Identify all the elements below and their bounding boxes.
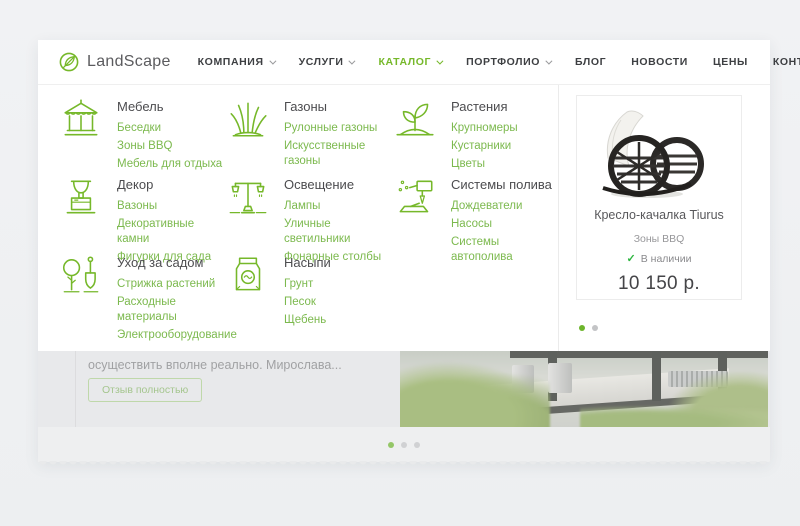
slider-dot[interactable]	[401, 442, 407, 448]
product-slider-dots	[579, 325, 598, 331]
category-link[interactable]: Системы автополива	[451, 235, 559, 265]
category-link[interactable]: Крупномеры	[451, 121, 518, 136]
category-link[interactable]: Дождеватели	[451, 199, 559, 214]
garden-terrace-photo	[400, 351, 768, 427]
category-title[interactable]: Освещение	[284, 177, 392, 192]
catalog-categories: Мебель Беседки Зоны BBQ Мебель для отдых…	[38, 85, 558, 351]
decor-icon	[58, 174, 104, 220]
category-plants: Растения Крупномеры Кустарники Цветы	[392, 96, 559, 174]
nav-item-portfolio[interactable]: ПОРТФОЛИО	[466, 56, 550, 68]
chevron-down-icon	[349, 57, 356, 64]
category-title[interactable]: Насыпи	[284, 255, 331, 270]
category-link[interactable]: Рулонные газоны	[284, 121, 392, 136]
category-fillings: Насыпи Грунт Песок Щебень	[225, 252, 392, 330]
brand-name: LandScape	[87, 53, 171, 71]
slider-dot[interactable]	[414, 442, 420, 448]
irrigation-icon	[392, 174, 438, 220]
review-text: осуществить вполне реально. Мирослава...	[88, 358, 342, 372]
plant-icon	[392, 96, 438, 142]
category-decor: Декор Вазоны Декоративные камни Фигурки …	[58, 174, 225, 252]
category-link[interactable]: Грунт	[284, 277, 331, 292]
review-slider-dots	[388, 442, 420, 448]
page-content-dimmed: осуществить вполне реально. Мирослава...…	[38, 351, 770, 462]
grass-clump	[400, 361, 550, 427]
category-garden-care: Уход за садом Стрижка растений Расходные…	[58, 252, 225, 330]
category-title[interactable]: Декор	[117, 177, 225, 192]
category-link[interactable]: Мебель для отдыха	[117, 157, 222, 172]
category-title[interactable]: Мебель	[117, 99, 222, 114]
category-title[interactable]: Системы полива	[451, 177, 559, 192]
category-link[interactable]: Цветы	[451, 157, 518, 172]
nav-item-blog[interactable]: БЛОГ	[575, 56, 606, 68]
header: LandScape КОМПАНИЯ УСЛУГИ КАТАЛОГ ПОРТФО…	[38, 40, 770, 85]
slider-dot[interactable]	[592, 325, 598, 331]
product-category[interactable]: Зоны BBQ	[577, 233, 741, 245]
category-link[interactable]: Беседки	[117, 121, 222, 136]
category-link[interactable]: Электрооборудование	[117, 328, 237, 343]
category-link[interactable]: Уличные светильники	[284, 217, 392, 247]
main-nav: КОМПАНИЯ УСЛУГИ КАТАЛОГ ПОРТФОЛИО БЛОГ Н…	[198, 56, 800, 68]
category-link[interactable]: Щебень	[284, 313, 331, 328]
product-title[interactable]: Кресло-качалка Tiurus	[577, 208, 741, 222]
garden-care-icon	[58, 252, 104, 298]
screen: LandScape КОМПАНИЯ УСЛУГИ КАТАЛОГ ПОРТФО…	[0, 0, 800, 526]
nav-item-contacts[interactable]: КОНТАКТЫ	[773, 56, 800, 68]
product-card[interactable]: Кресло-качалка Tiurus Зоны BBQ ✓ В налич…	[576, 95, 742, 300]
category-link[interactable]: Кустарники	[451, 139, 518, 154]
category-title[interactable]: Растения	[451, 99, 518, 114]
soil-bag-icon	[225, 252, 271, 298]
category-irrigation: Системы полива Дождеватели Насосы Систем…	[392, 174, 559, 252]
nav-item-catalog[interactable]: КАТАЛОГ	[378, 56, 441, 68]
nav-item-prices[interactable]: ЦЕНЫ	[713, 56, 748, 68]
lighting-icon	[225, 174, 271, 220]
page-torn-edge	[38, 461, 770, 467]
nav-item-news[interactable]: НОВОСТИ	[631, 56, 688, 68]
category-title[interactable]: Газоны	[284, 99, 392, 114]
slider-dot[interactable]	[388, 442, 394, 448]
check-icon: ✓	[627, 252, 636, 265]
product-availability: ✓ В наличии	[577, 252, 741, 265]
category-link[interactable]: Вазоны	[117, 199, 225, 214]
review-quote-border	[75, 351, 76, 427]
category-link[interactable]: Расходные материалы	[117, 295, 237, 325]
grass-clump	[580, 405, 768, 427]
full-review-button[interactable]: Отзыв полностью	[88, 378, 202, 402]
gazebo-icon	[58, 96, 104, 142]
category-link[interactable]: Насосы	[451, 217, 559, 232]
catalog-mega-menu: Мебель Беседки Зоны BBQ Мебель для отдых…	[38, 85, 770, 351]
page-sheet: LandScape КОМПАНИЯ УСЛУГИ КАТАЛОГ ПОРТФО…	[38, 40, 770, 462]
category-furniture: Мебель Беседки Зоны BBQ Мебель для отдых…	[58, 96, 225, 174]
category-link[interactable]: Лампы	[284, 199, 392, 214]
category-title[interactable]: Уход за садом	[117, 255, 237, 270]
chevron-down-icon	[269, 57, 276, 64]
rocking-chair-photo	[577, 106, 741, 202]
category-link[interactable]: Искусственные газоны	[284, 139, 392, 169]
slider-dot[interactable]	[579, 325, 585, 331]
lawn-icon	[225, 96, 271, 142]
featured-product-panel: Кресло-качалка Tiurus Зоны BBQ ✓ В налич…	[559, 85, 770, 351]
product-price: 10 150 р.	[577, 273, 741, 295]
category-link[interactable]: Декоративные камни	[117, 217, 225, 247]
planter-pot	[548, 363, 572, 393]
nav-item-company[interactable]: КОМПАНИЯ	[198, 56, 274, 68]
category-lighting: Освещение Лампы Уличные светильники Фона…	[225, 174, 392, 252]
category-lawns: Газоны Рулонные газоны Искусственные газ…	[225, 96, 392, 174]
logo[interactable]: LandScape	[58, 51, 171, 73]
category-link[interactable]: Зоны BBQ	[117, 139, 222, 154]
category-link[interactable]: Стрижка растений	[117, 277, 237, 292]
leaf-logo-icon	[58, 51, 80, 73]
category-link[interactable]: Песок	[284, 295, 331, 310]
pergola-post	[652, 351, 661, 401]
nav-item-services[interactable]: УСЛУГИ	[299, 56, 354, 68]
review-slider	[38, 427, 770, 462]
chevron-down-icon	[545, 57, 552, 64]
chevron-down-icon	[436, 57, 443, 64]
